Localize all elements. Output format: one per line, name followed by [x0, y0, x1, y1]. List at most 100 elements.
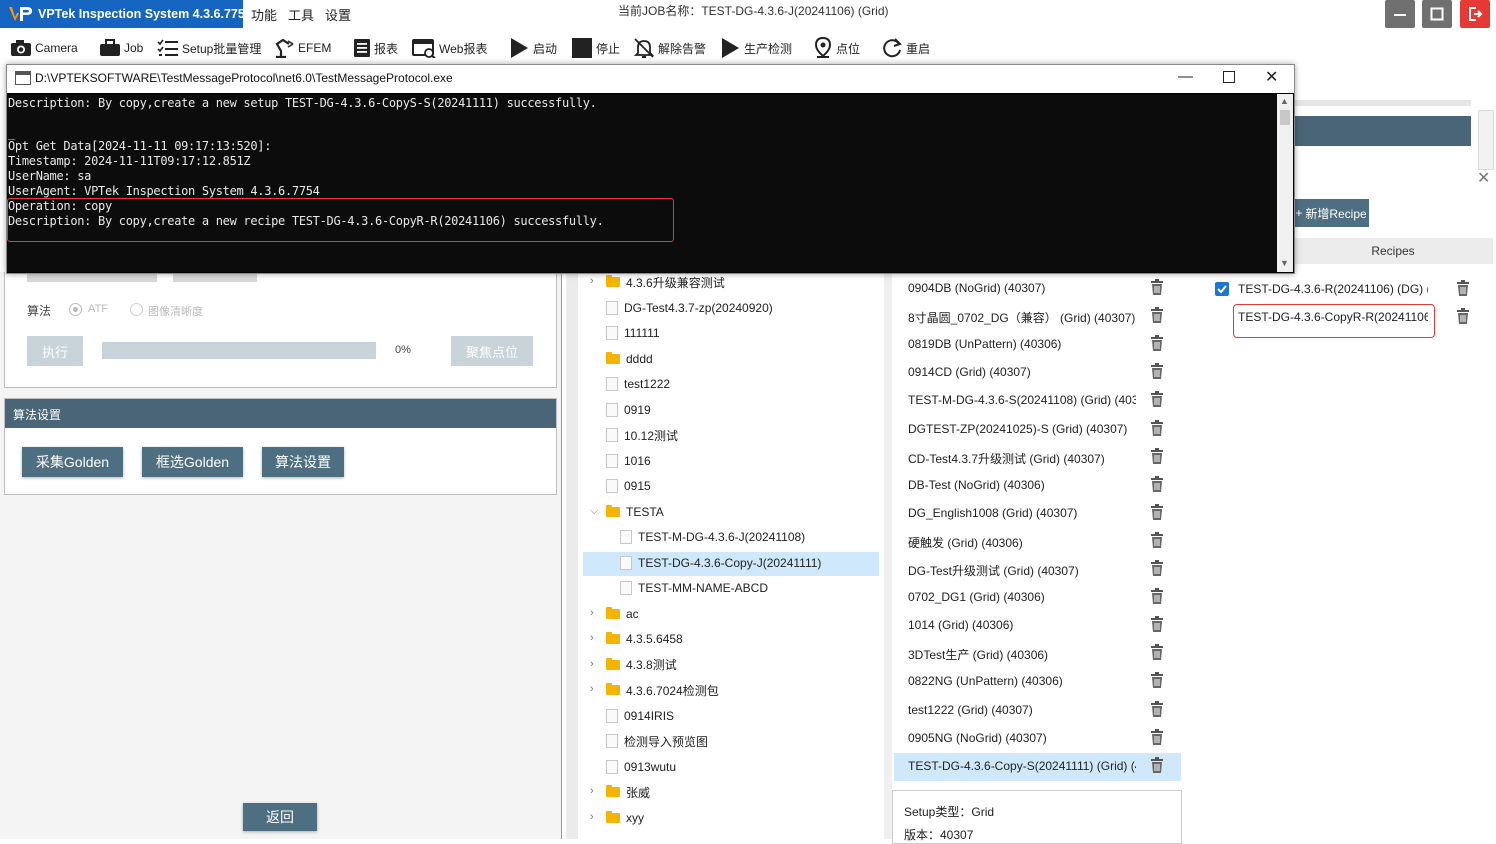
- tree-item[interactable]: 4.3.6.7024检测包: [606, 679, 719, 701]
- minimize-button[interactable]: [1385, 0, 1415, 28]
- menu-settings[interactable]: 设置: [325, 5, 351, 24]
- setup-item[interactable]: 3DTest生产 (Grid) (40306): [908, 646, 1136, 663]
- trash-icon[interactable]: [1456, 280, 1470, 300]
- tree-item[interactable]: TEST-MM-NAME-ABCD: [620, 577, 768, 599]
- console-maximize-button[interactable]: [1223, 71, 1235, 83]
- toolbar-efem-button[interactable]: EFEM: [273, 35, 331, 61]
- toolbar-report-button[interactable]: 报表: [353, 35, 398, 61]
- splitter[interactable]: [884, 272, 892, 839]
- toolbar-web-report-button[interactable]: Web报表: [412, 35, 487, 61]
- trash-icon[interactable]: [1150, 447, 1164, 468]
- trash-icon[interactable]: [1150, 335, 1164, 355]
- tree-item[interactable]: dddd: [606, 348, 653, 370]
- tree-item[interactable]: 4.3.8测试: [606, 654, 677, 676]
- trash-icon[interactable]: [1150, 560, 1164, 580]
- trash-icon[interactable]: [1150, 363, 1164, 383]
- toolbar-stop-button[interactable]: 停止: [571, 35, 620, 61]
- setup-item[interactable]: 0904DB (NoGrid) (40307): [908, 281, 1136, 295]
- chevron-right-icon[interactable]: ›: [590, 607, 594, 619]
- setup-item[interactable]: test1222 (Grid) (40307): [908, 703, 1136, 717]
- tree-item[interactable]: 0915: [606, 475, 651, 497]
- recipe-item[interactable]: TEST-DG-4.3.6-R(20241106) (DG) (403: [1238, 282, 1428, 296]
- scroll-thumb[interactable]: [1280, 110, 1290, 125]
- setup-item[interactable]: 8寸晶圆_0702_DG（兼容） (Grid) (40307): [908, 309, 1136, 326]
- trash-icon[interactable]: [1150, 756, 1164, 777]
- trash-icon[interactable]: [1150, 503, 1164, 524]
- chevron-right-icon[interactable]: ›: [590, 811, 594, 823]
- tree-item[interactable]: test1222: [606, 373, 670, 395]
- chevron-right-icon[interactable]: ›: [590, 658, 594, 670]
- setup-item[interactable]: 0702_DG1 (Grid) (40306): [908, 590, 1136, 604]
- setup-item[interactable]: 硬触发 (Grid) (40306): [908, 534, 1136, 551]
- close-icon[interactable]: ✕: [1477, 168, 1490, 188]
- collect-golden-button[interactable]: 采集Golden: [22, 447, 123, 477]
- setup-item[interactable]: CD-Test4.3.7升级测试 (Grid) (40307): [908, 450, 1136, 467]
- trash-icon[interactable]: [1150, 307, 1164, 327]
- console-minimize-button[interactable]: —: [1178, 68, 1193, 85]
- setup-item[interactable]: 0914CD (Grid) (40307): [908, 365, 1136, 379]
- toolbar-location-button[interactable]: 点位: [813, 35, 860, 61]
- trash-icon[interactable]: [1150, 700, 1164, 721]
- setup-item[interactable]: 0905NG (NoGrid) (40307): [908, 731, 1136, 745]
- maximize-button[interactable]: [1422, 0, 1452, 28]
- tree-item[interactable]: TEST-DG-4.3.6-Copy-J(20241111): [620, 552, 821, 574]
- toolbar-job-button[interactable]: Job: [99, 35, 143, 61]
- tree-item[interactable]: 检测导入预览图: [606, 730, 708, 752]
- setup-item[interactable]: 0819DB (UnPattern) (40306): [908, 337, 1136, 351]
- menu-function[interactable]: 功能: [251, 5, 277, 24]
- toolbar-camera-button[interactable]: Camera: [10, 35, 78, 61]
- trash-icon[interactable]: [1150, 616, 1164, 636]
- console-scrollbar[interactable]: ▲ ▼: [1277, 94, 1293, 272]
- setup-item[interactable]: DB-Test (NoGrid) (40306): [908, 478, 1136, 492]
- tree-item[interactable]: 0913wutu: [606, 756, 676, 778]
- trash-icon[interactable]: [1150, 531, 1164, 552]
- chevron-right-icon[interactable]: ›: [590, 275, 594, 287]
- tree-item[interactable]: TEST-M-DG-4.3.6-J(20241108): [620, 526, 805, 548]
- toolbar-production-button[interactable]: 生产检测: [719, 35, 792, 61]
- trash-icon[interactable]: [1456, 308, 1470, 328]
- algo-settings-button[interactable]: 算法设置: [262, 447, 344, 477]
- trash-icon[interactable]: [1150, 279, 1164, 299]
- recipe-checkbox[interactable]: [1215, 282, 1229, 296]
- tree-item[interactable]: ac: [606, 603, 639, 625]
- chevron-down-icon[interactable]: ⌵: [590, 505, 598, 518]
- setup-item[interactable]: TEST-M-DG-4.3.6-S(20241108) (Grid) (4030…: [908, 393, 1136, 407]
- setup-item[interactable]: 0822NG (UnPattern) (40306): [908, 674, 1136, 688]
- tree-item[interactable]: 111111: [606, 322, 660, 344]
- scroll-down-icon[interactable]: ▼: [1280, 258, 1289, 268]
- toolbar-start-button[interactable]: 启动: [508, 35, 557, 61]
- trash-icon[interactable]: [1150, 391, 1164, 411]
- setup-item[interactable]: TEST-DG-4.3.6-Copy-S(20241111) (Grid) (4…: [908, 759, 1136, 773]
- trash-icon[interactable]: [1150, 475, 1164, 496]
- tree-item[interactable]: 0919: [606, 399, 651, 421]
- tree-item[interactable]: 0914IRIS: [606, 705, 674, 727]
- trash-icon[interactable]: [1150, 419, 1164, 440]
- add-recipe-button[interactable]: + 新增Recipe: [1293, 199, 1369, 227]
- exit-button[interactable]: [1460, 0, 1490, 28]
- splitter[interactable]: [566, 272, 578, 839]
- chevron-right-icon[interactable]: ›: [590, 683, 594, 695]
- trash-icon[interactable]: [1150, 728, 1164, 749]
- console-close-button[interactable]: ✕: [1265, 67, 1278, 87]
- tree-item[interactable]: 张威: [606, 781, 650, 803]
- chevron-right-icon[interactable]: ›: [590, 785, 594, 797]
- toolbar-clear-alarm-button[interactable]: 解除告警: [633, 35, 706, 61]
- tree-item[interactable]: DG-Test4.3.7-zp(20240920): [606, 297, 773, 319]
- trash-icon[interactable]: [1150, 672, 1164, 692]
- back-button[interactable]: 返回: [243, 803, 317, 831]
- execute-button[interactable]: 执行: [27, 336, 83, 366]
- scroll-up-icon[interactable]: ▲: [1280, 96, 1289, 106]
- tree-item[interactable]: TESTA: [606, 501, 664, 523]
- tree-item[interactable]: 4.3.6升级兼容测试: [606, 271, 725, 293]
- toolbar-setup-batch-button[interactable]: Setup批量管理: [157, 35, 261, 61]
- background-scrollbar[interactable]: [1478, 110, 1494, 170]
- setup-item[interactable]: DGTEST-ZP(20241025)-S (Grid) (40307): [908, 422, 1136, 436]
- trash-icon[interactable]: [1150, 644, 1164, 664]
- setup-item[interactable]: DG-Test升级测试 (Grid) (40307): [908, 562, 1136, 579]
- tree-item[interactable]: xyy: [606, 807, 644, 829]
- chevron-right-icon[interactable]: ›: [590, 632, 594, 644]
- focus-point-button[interactable]: 聚焦点位: [451, 336, 533, 366]
- radio-clarity[interactable]: [130, 303, 143, 316]
- toolbar-restart-button[interactable]: 重启: [881, 35, 930, 61]
- menu-tools[interactable]: 工具: [288, 5, 314, 24]
